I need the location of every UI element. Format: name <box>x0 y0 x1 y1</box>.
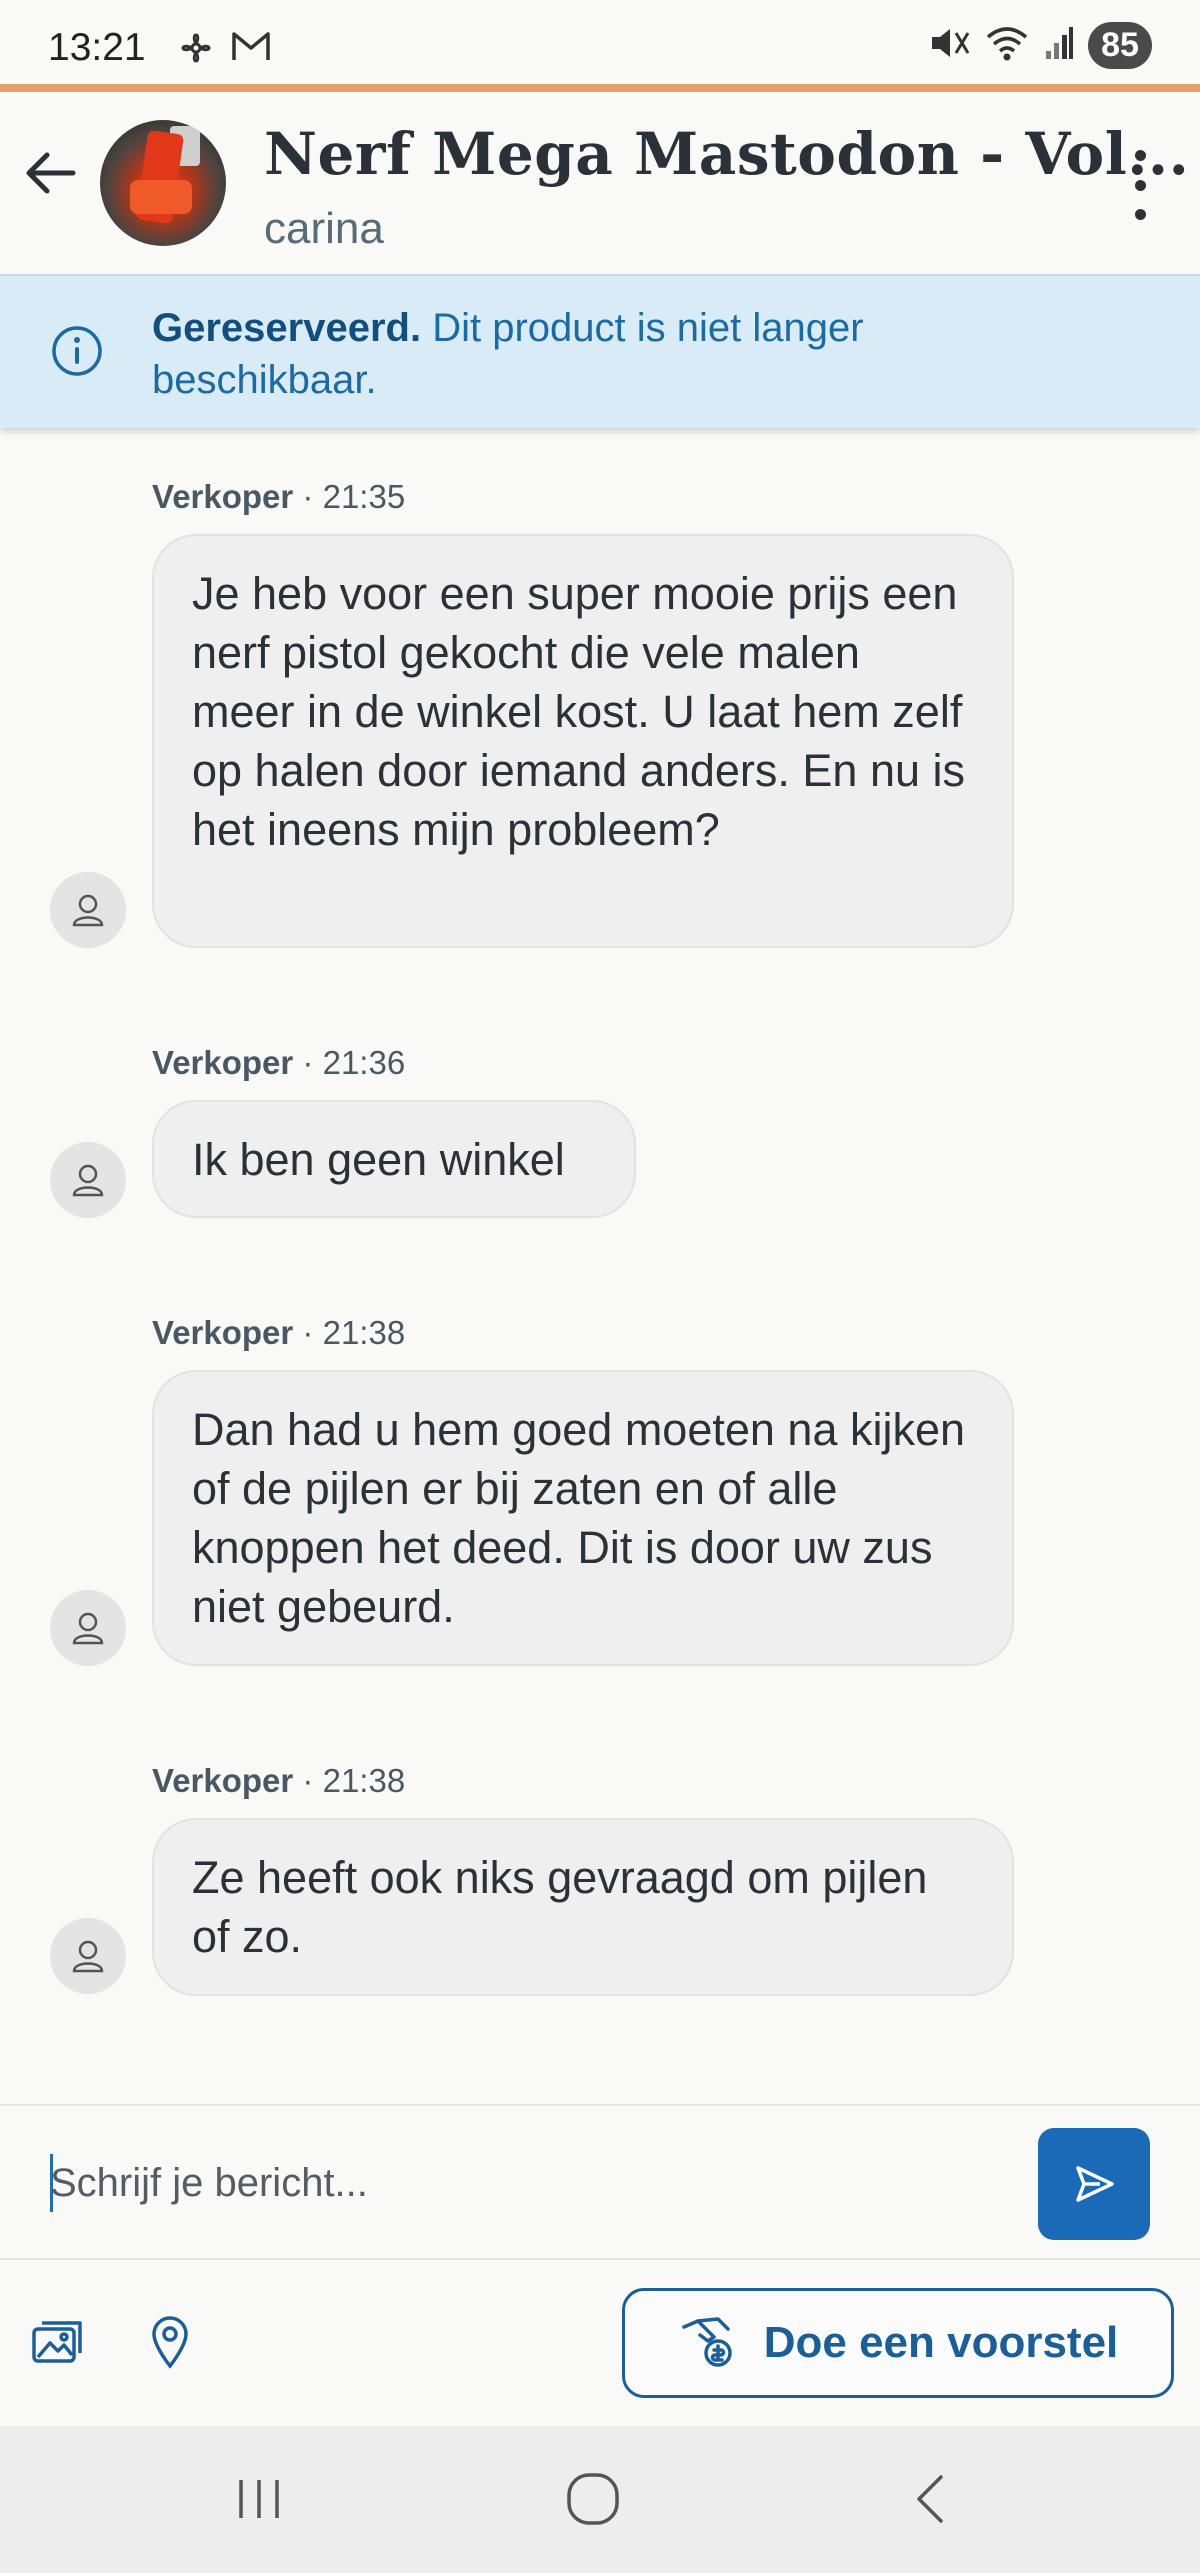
battery-indicator: 85 <box>1088 22 1152 69</box>
seller-avatar <box>50 1918 126 1994</box>
banner-text: Gereserveerd. Dit product is niet langer… <box>152 302 1072 406</box>
home-button[interactable] <box>558 2464 628 2534</box>
send-button[interactable] <box>1038 2128 1150 2240</box>
recent-apps-button[interactable] <box>224 2464 294 2534</box>
message-composer <box>0 2104 1200 2260</box>
home-circle-icon <box>567 2473 619 2525</box>
seller-avatar <box>50 1142 126 1218</box>
message-meta: Verkoper · 21:35 <box>152 478 406 515</box>
chat-partner-name: carina <box>264 204 384 253</box>
product-avatar[interactable] <box>100 120 226 246</box>
message-time: 21:38 <box>322 1314 406 1351</box>
make-offer-button[interactable]: Doe een voorstel <box>622 2288 1174 2398</box>
message-meta: Verkoper · 21:38 <box>152 1314 406 1351</box>
page-title[interactable]: Nerf Mega Mastodon - Vol... <box>264 120 1189 188</box>
accent-line <box>0 84 1200 92</box>
chat-header: Nerf Mega Mastodon - Vol... carina <box>0 92 1200 272</box>
gallery-button[interactable] <box>28 2312 88 2372</box>
message-meta: Verkoper · 21:36 <box>152 1044 406 1081</box>
status-right-icons: 85 <box>928 22 1152 69</box>
back-button[interactable] <box>20 142 82 204</box>
mute-icon <box>928 23 970 68</box>
message-time: 21:38 <box>322 1762 406 1799</box>
message-bubble[interactable]: Ik ben geen winkel <box>152 1100 636 1218</box>
message-bubble[interactable]: Ze heeft ook niks gevraagd om pijlen of … <box>152 1818 1014 1996</box>
send-icon <box>1076 2166 1114 2202</box>
seller-avatar <box>50 1590 126 1666</box>
more-vertical-icon <box>1134 150 1146 161</box>
make-offer-label: Doe een voorstel <box>763 2318 1119 2367</box>
arrow-left-icon <box>26 152 76 194</box>
system-back-button[interactable] <box>894 2464 964 2534</box>
wifi-icon <box>984 23 1030 68</box>
fan-icon <box>176 28 216 73</box>
info-icon <box>50 324 104 383</box>
seller-avatar <box>50 872 126 948</box>
user-icon <box>72 894 104 927</box>
user-icon <box>72 1612 104 1645</box>
gmail-icon <box>230 28 272 73</box>
reserved-banner: Gereserveerd. Dit product is niet langer… <box>0 274 1200 428</box>
image-gallery-icon <box>32 2321 82 2363</box>
user-icon <box>72 1940 104 1973</box>
more-options-button[interactable] <box>1120 150 1160 220</box>
recent-apps-icon <box>239 2480 279 2518</box>
message-sender: Verkoper <box>152 1044 294 1081</box>
status-bar: 13:21 85 <box>0 0 1200 84</box>
location-button[interactable] <box>140 2312 200 2372</box>
message-sender: Verkoper <box>152 1314 294 1351</box>
message-input[interactable] <box>50 2148 1000 2218</box>
composer-tools: Doe een voorstel <box>0 2258 1200 2428</box>
status-time: 13:21 <box>48 26 146 69</box>
status-left-icons <box>176 28 272 73</box>
message-meta: Verkoper · 21:38 <box>152 1762 406 1799</box>
chevron-left-icon <box>917 2475 943 2523</box>
message-bubble[interactable]: Dan had u hem goed moeten na kijken of d… <box>152 1370 1014 1666</box>
banner-status: Gereserveerd. <box>152 306 422 350</box>
signal-icon <box>1044 23 1074 68</box>
message-time: 21:35 <box>322 478 406 515</box>
hand-offer-icon <box>681 2317 732 2367</box>
location-pin-icon <box>152 2316 188 2369</box>
message-sender: Verkoper <box>152 1762 294 1799</box>
message-time: 21:36 <box>322 1044 406 1081</box>
message-sender: Verkoper <box>152 478 294 515</box>
message-bubble[interactable]: Je heb voor een super mooie prijs een ne… <box>152 534 1014 948</box>
user-icon <box>72 1164 104 1197</box>
system-nav-bar <box>0 2426 1200 2573</box>
